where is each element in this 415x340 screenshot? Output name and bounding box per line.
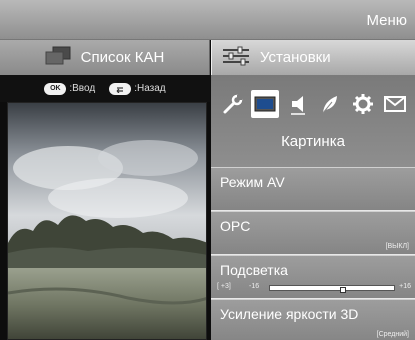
- backlight-current-value: [ +3]: [217, 283, 231, 290]
- backlight-slider-row: [ +3] -16 +16: [217, 283, 411, 293]
- tab-settings-label: Установки: [260, 49, 331, 66]
- av-mode-label: Режим AV: [220, 174, 285, 190]
- opc-value: [ВЫКЛ]: [385, 243, 409, 250]
- menu-item-3d-brightness[interactable]: Усиление яркости 3D [Средний]: [211, 299, 415, 340]
- ok-key-icon: OK: [44, 82, 67, 95]
- speaker-icon[interactable]: [284, 90, 312, 118]
- picture-icon[interactable]: [251, 90, 280, 118]
- opc-label: OPC: [220, 218, 251, 234]
- selected-category-label: Картинка: [281, 133, 345, 150]
- backlight-max-label: +16: [399, 283, 411, 290]
- ok-hint-label: :Ввод: [69, 83, 96, 94]
- settings-panel: Картинка Режим AV OPC [ВЫКЛ] Подсветка […: [211, 75, 415, 340]
- tab-channel-list[interactable]: Список КАН: [0, 40, 210, 75]
- back-hint: :Назад: [109, 82, 166, 95]
- key-hints: OK :Ввод :Назад: [0, 75, 210, 102]
- back-key-icon: [109, 82, 132, 95]
- menu-item-opc[interactable]: OPC [ВЫКЛ]: [211, 211, 415, 254]
- ok-hint: OK :Ввод: [44, 82, 96, 95]
- backlight-label: Подсветка: [220, 262, 288, 278]
- menu-header: Меню: [0, 0, 415, 40]
- tab-bar: Список КАН Установки: [0, 40, 415, 75]
- wrench-icon[interactable]: [219, 90, 247, 118]
- menu-item-av-mode[interactable]: Режим AV: [211, 167, 415, 210]
- tab-settings[interactable]: Установки: [211, 40, 415, 75]
- menu-item-backlight[interactable]: Подсветка [ +3] -16 +16: [211, 255, 415, 298]
- gear-icon[interactable]: [349, 90, 377, 118]
- tab-channel-list-label: Список КАН: [80, 49, 165, 66]
- leaf-icon[interactable]: [316, 90, 344, 118]
- category-icons: [219, 88, 409, 120]
- 3d-brightness-label: Усиление яркости 3D: [220, 306, 359, 322]
- backlight-min-label: -16: [249, 283, 260, 290]
- 3d-brightness-value: [Средний]: [376, 331, 409, 338]
- tv-list-icon: [45, 46, 71, 70]
- envelope-icon[interactable]: [381, 90, 409, 118]
- backlight-slider[interactable]: [269, 285, 395, 293]
- category-selector: Картинка: [211, 75, 415, 167]
- sliders-icon: [222, 46, 250, 70]
- backlight-slider-knob[interactable]: [340, 287, 346, 293]
- picture-preview: [7, 102, 207, 340]
- menu-title: Меню: [366, 12, 407, 29]
- back-hint-label: :Назад: [134, 83, 166, 94]
